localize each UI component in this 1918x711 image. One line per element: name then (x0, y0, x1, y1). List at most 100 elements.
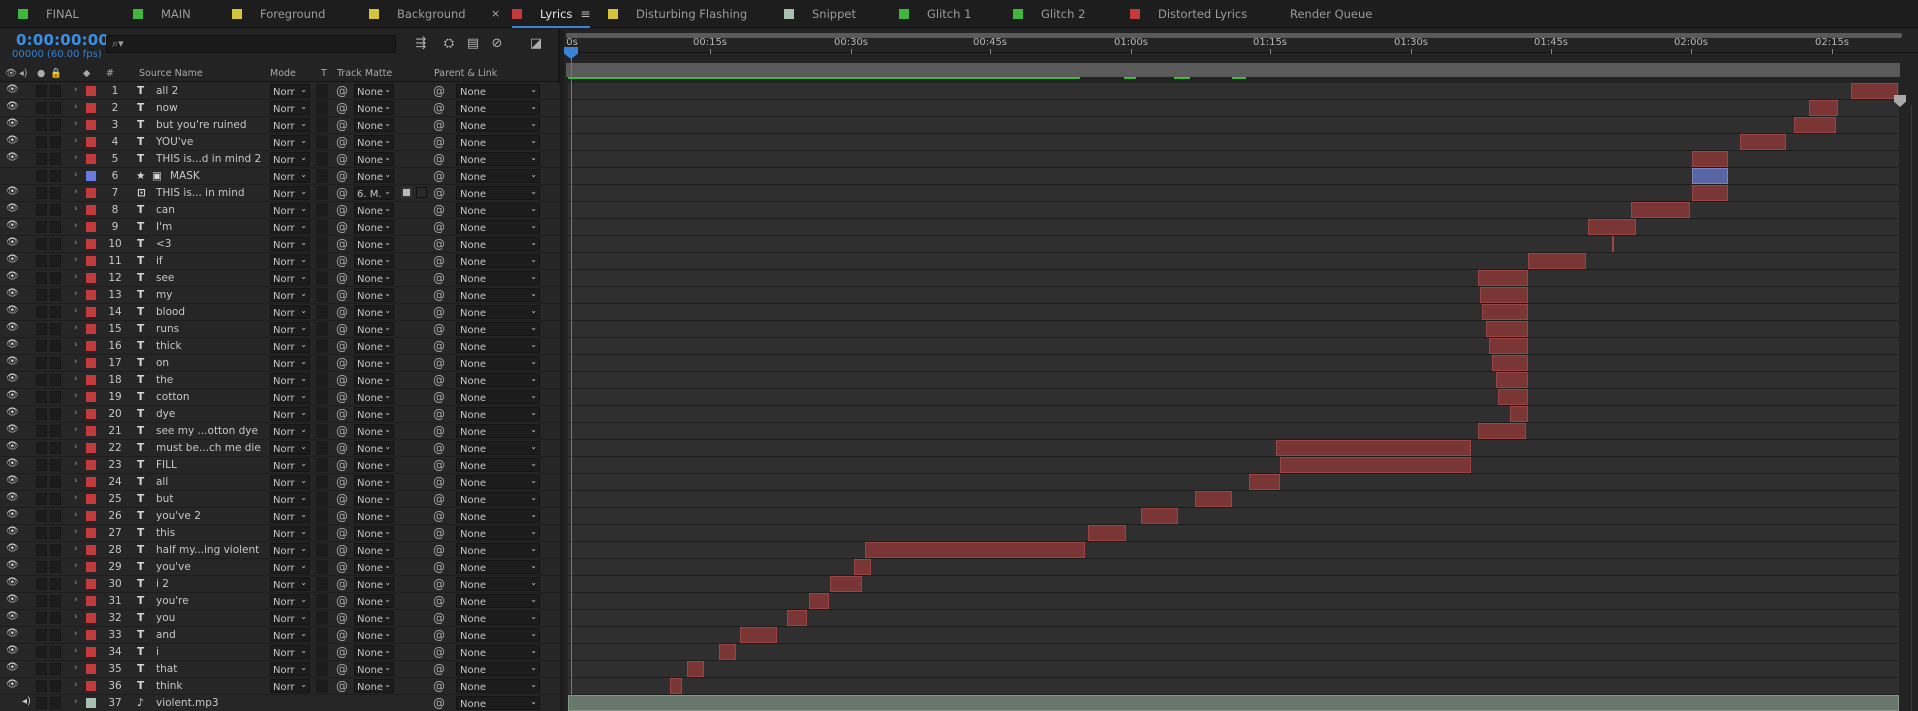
label-color-swatch[interactable] (86, 443, 96, 453)
layer-row[interactable]: 👁 › 2 Tnow Norr ⌄ @ None ⌄ @ None ⌄ (0, 100, 560, 117)
layer-name[interactable]: you've 2 (156, 510, 201, 522)
track-matte-select[interactable]: None ⌄ (354, 594, 394, 608)
layer-name[interactable]: now (156, 102, 178, 114)
blend-mode-select[interactable]: Norr ⌄ (270, 390, 310, 404)
label-color-swatch[interactable] (86, 171, 96, 181)
solo-switch[interactable] (36, 238, 47, 250)
video-switch-icon[interactable]: 👁 (6, 611, 19, 622)
label-color-swatch[interactable] (86, 698, 96, 708)
layer-name[interactable]: <3 (156, 238, 171, 250)
parent-select[interactable]: None ⌄ (456, 118, 540, 132)
solo-switch[interactable] (36, 442, 47, 454)
matte-pickwhip-icon[interactable]: @ (336, 339, 348, 353)
blend-mode-select[interactable]: Norr ⌄ (270, 407, 310, 421)
parent-select[interactable]: None ⌄ (456, 594, 540, 608)
blend-mode-select[interactable]: Norr ⌄ (270, 203, 310, 217)
matte-pickwhip-icon[interactable]: @ (336, 135, 348, 149)
time-ruler[interactable]: 0s 00:15s 00:30s 00:45s 01:00s 01:15s 01:30s 01… (564, 29, 1918, 54)
video-switch-icon[interactable]: 👁 (6, 271, 19, 282)
layer-name[interactable]: think (156, 680, 182, 692)
layer-duration-bar[interactable] (1851, 83, 1898, 99)
layer-duration-bar[interactable] (787, 610, 807, 626)
preserve-transparency-toggle[interactable] (316, 101, 328, 115)
preserve-transparency-toggle[interactable] (316, 458, 328, 472)
parent-pickwhip-icon[interactable]: @ (433, 407, 445, 421)
parent-select[interactable]: None ⌄ (456, 475, 540, 489)
blend-mode-select[interactable]: Norr ⌄ (270, 186, 310, 200)
layer-row[interactable]: 👁 › 28 Thalf my...ing violent Norr ⌄ @ None ⌄ @ No… (0, 542, 560, 559)
blend-mode-select[interactable]: Norr ⌄ (270, 543, 310, 557)
video-switch-icon[interactable]: 👁 (6, 458, 19, 469)
layer-row[interactable]: 👁 › 34 Ti Norr ⌄ @ None ⌄ @ None ⌄ (0, 644, 560, 661)
layer-duration-bar[interactable] (1528, 253, 1586, 269)
parent-select[interactable]: None ⌄ (456, 186, 540, 200)
video-switch-icon[interactable]: 👁 (6, 288, 19, 299)
layer-name[interactable]: THIS is... in mind (156, 187, 245, 199)
layer-duration-bar[interactable] (1631, 202, 1690, 218)
track-matte-select[interactable]: None ⌄ (354, 169, 394, 183)
parent-pickwhip-icon[interactable]: @ (433, 628, 445, 642)
parent-select[interactable]: None ⌄ (456, 152, 540, 166)
parent-select[interactable]: None ⌄ (456, 237, 540, 251)
expand-arrow-icon[interactable]: › (74, 612, 78, 622)
parent-pickwhip-icon[interactable]: @ (433, 186, 445, 200)
layer-row[interactable]: ◂) › 37 ♪ violent.mp3 @ None ⌄ (0, 695, 560, 711)
matte-pickwhip-icon[interactable]: @ (336, 254, 348, 268)
label-color-swatch[interactable] (86, 409, 96, 419)
matte-pickwhip-icon[interactable]: @ (336, 441, 348, 455)
track-matte-select[interactable]: None ⌄ (354, 271, 394, 285)
layer-name[interactable]: YOU've (156, 136, 193, 148)
parent-pickwhip-icon[interactable]: @ (433, 611, 445, 625)
video-switch-header-icon[interactable]: 👁 (5, 68, 17, 79)
layer-name[interactable]: cotton (156, 391, 190, 403)
layer-name[interactable]: see my ...otton dye (156, 425, 258, 437)
expand-arrow-icon[interactable]: › (74, 408, 78, 418)
parent-select[interactable]: None ⌄ (456, 203, 540, 217)
track-matte-select[interactable]: None ⌄ (354, 390, 394, 404)
label-color-swatch[interactable] (86, 256, 96, 266)
expand-arrow-icon[interactable]: › (74, 680, 78, 690)
expand-arrow-icon[interactable]: › (74, 459, 78, 469)
lock-switch[interactable] (50, 153, 61, 165)
layer-name[interactable]: blood (156, 306, 185, 318)
blend-mode-select[interactable]: Norr ⌄ (270, 662, 310, 676)
layer-row[interactable]: 👁 › 29 Tyou've Norr ⌄ @ None ⌄ @ None ⌄ (0, 559, 560, 576)
track-matte-select[interactable]: None ⌄ (354, 645, 394, 659)
expand-arrow-icon[interactable]: › (74, 493, 78, 503)
parent-select[interactable]: None ⌄ (456, 492, 540, 506)
parent-select[interactable]: None ⌄ (456, 101, 540, 115)
solo-switch[interactable] (36, 340, 47, 352)
solo-switch[interactable] (36, 187, 47, 199)
preserve-transparency-toggle[interactable] (316, 356, 328, 370)
work-area-bar[interactable] (566, 63, 1900, 77)
label-color-swatch[interactable] (86, 596, 96, 606)
expand-arrow-icon[interactable]: › (74, 238, 78, 248)
expand-arrow-icon[interactable]: › (74, 357, 78, 367)
expand-arrow-icon[interactable]: › (74, 221, 78, 231)
preserve-transparency-toggle[interactable] (316, 526, 328, 540)
video-switch-icon[interactable]: 👁 (6, 373, 19, 384)
matte-pickwhip-icon[interactable]: @ (336, 271, 348, 285)
video-switch-icon[interactable]: 👁 (6, 441, 19, 452)
layer-name[interactable]: my (156, 289, 172, 301)
expand-arrow-icon[interactable]: › (74, 289, 78, 299)
expand-arrow-icon[interactable]: › (74, 527, 78, 537)
layer-duration-bar[interactable] (1478, 270, 1528, 286)
blend-mode-select[interactable]: Norr ⌄ (270, 135, 310, 149)
parent-pickwhip-icon[interactable]: @ (433, 84, 445, 98)
layer-duration-bar[interactable] (1276, 440, 1471, 456)
blend-mode-select[interactable]: Norr ⌄ (270, 84, 310, 98)
parent-pickwhip-icon[interactable]: @ (433, 152, 445, 166)
matte-pickwhip-icon[interactable]: @ (336, 492, 348, 506)
matte-pickwhip-icon[interactable]: @ (336, 169, 348, 183)
parent-select[interactable]: None ⌄ (456, 662, 540, 676)
label-color-swatch[interactable] (86, 341, 96, 351)
blend-mode-select[interactable]: Norr ⌄ (270, 339, 310, 353)
parent-select[interactable]: None ⌄ (456, 254, 540, 268)
matte-pickwhip-icon[interactable]: @ (336, 203, 348, 217)
label-color-swatch[interactable] (86, 562, 96, 572)
audio-switch-icon[interactable]: ◂) (22, 696, 31, 707)
tab-lyrics[interactable]: Lyrics ≡ (512, 0, 591, 28)
parent-select[interactable]: None ⌄ (456, 169, 540, 183)
layer-row[interactable]: 👁 › 4 T YOU've Norr ⌄ @ None ⌄ @ None ⌄ (0, 134, 560, 151)
